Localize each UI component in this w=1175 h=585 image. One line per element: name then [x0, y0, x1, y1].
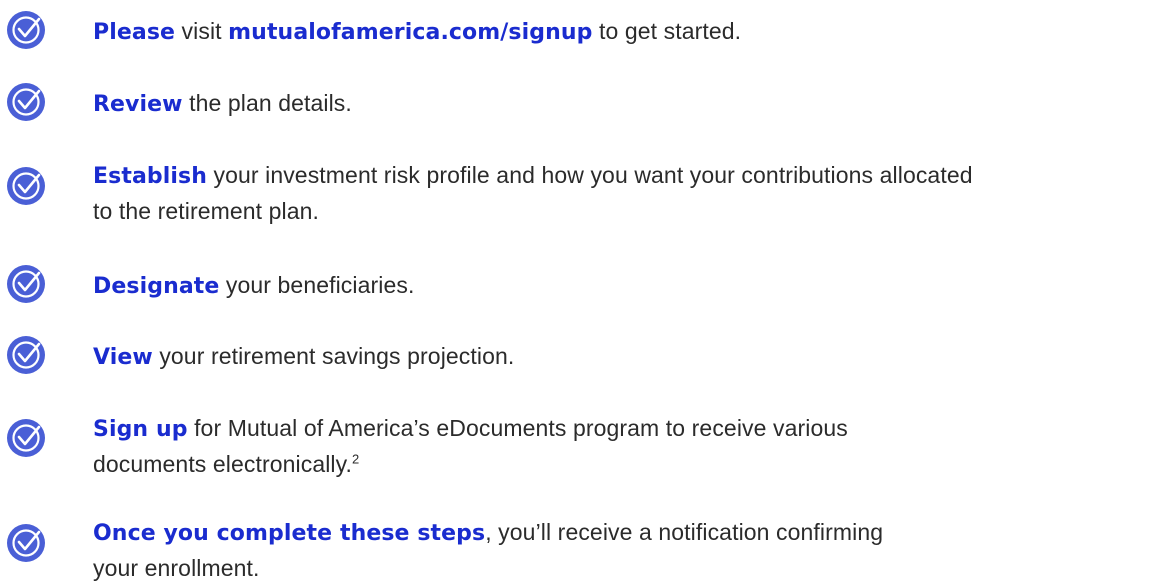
checkmark-circle-icon	[6, 166, 46, 206]
checkmark-circle-icon	[6, 418, 46, 458]
checkmark-circle-icon	[6, 82, 46, 122]
checkmark-circle-icon	[6, 523, 46, 563]
checkmark-circle-icon	[6, 335, 46, 375]
step-keyword: Sign up	[93, 417, 188, 442]
step-line: to the retirement plan.	[93, 198, 320, 224]
step-text: Review the plan details.	[93, 86, 1175, 122]
step-text-part: documents electronically.	[93, 451, 353, 477]
step-text-part: your beneficiaries.	[219, 272, 415, 298]
step-line: Establish your investment risk profile a…	[93, 158, 1175, 194]
step-text-part: to get started.	[592, 18, 742, 44]
step-keyword: Establish	[93, 164, 207, 189]
step-text-part: your investment risk profile and how you…	[206, 162, 973, 188]
step-text-part: the plan details.	[182, 90, 352, 116]
step-line: Once you complete these steps, you’ll re…	[93, 515, 1175, 551]
step-line: your enrollment.	[93, 555, 260, 581]
step-text: Sign up for Mutual of America’s eDocumen…	[93, 411, 1175, 481]
step-text-part: your retirement savings projection.	[152, 343, 515, 369]
step-line: documents electronically.2	[93, 447, 1175, 481]
step-line: Sign up for Mutual of America’s eDocumen…	[93, 411, 1175, 447]
checkmark-circle-icon	[6, 10, 46, 50]
footnote-marker: 2	[352, 451, 360, 467]
step-text-part: visit	[175, 18, 229, 44]
step-text: Once you complete these steps, you’ll re…	[93, 515, 1175, 585]
step-text-part: , you’ll receive a notification confirmi…	[485, 519, 884, 545]
signup-link[interactable]: mutualofamerica.com/signup	[228, 20, 592, 45]
step-text: Please visit mutualofamerica.com/signup …	[93, 14, 1175, 50]
step-keyword: View	[93, 345, 153, 370]
step-keyword: Please	[93, 20, 176, 45]
step-keyword: Review	[93, 92, 183, 117]
step-text: Designate your beneficiaries.	[93, 268, 1175, 304]
step-text: Establish your investment risk profile a…	[93, 158, 1175, 228]
step-keyword: Designate	[93, 274, 220, 299]
step-text-part: for Mutual of America’s eDocuments progr…	[187, 415, 848, 441]
checkmark-circle-icon	[6, 264, 46, 304]
step-keyword: Once you complete these steps	[93, 521, 486, 546]
step-text: View your retirement savings projection.	[93, 339, 1175, 375]
